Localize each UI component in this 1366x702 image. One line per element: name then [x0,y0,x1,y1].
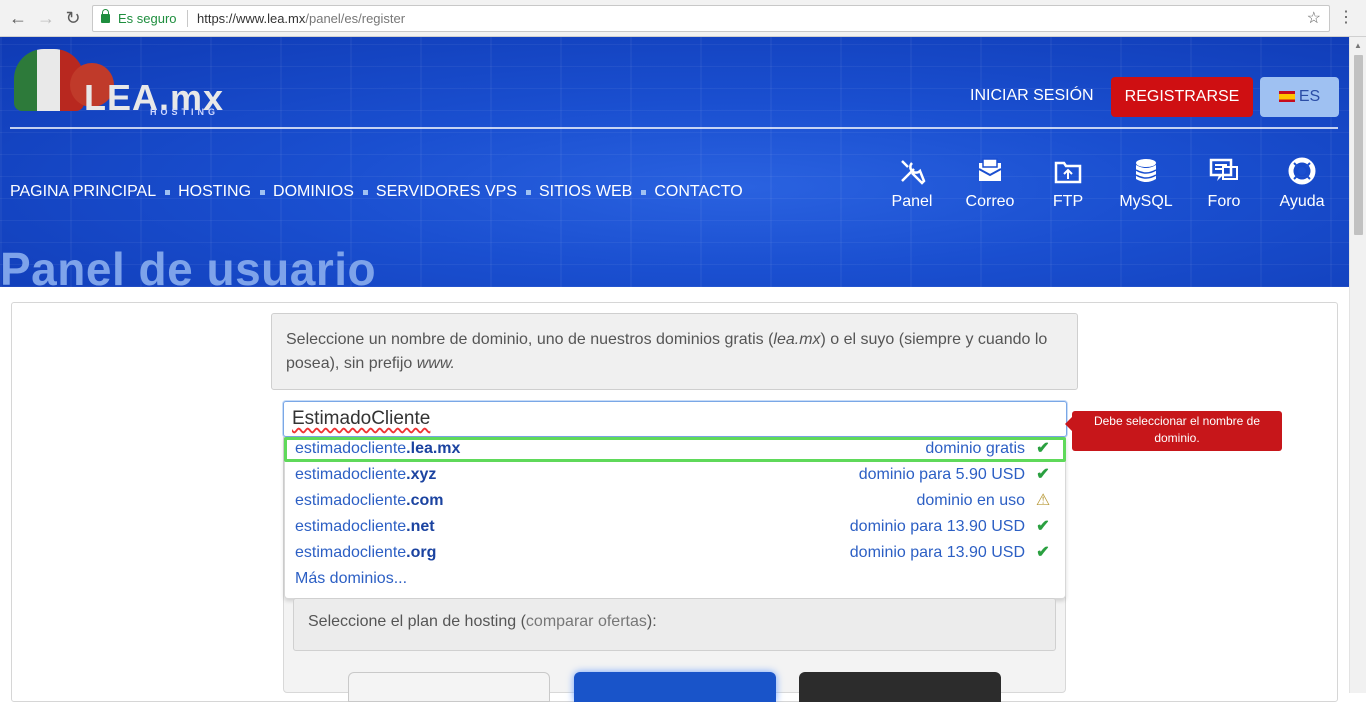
domain-suggestions-dropdown: estimadocliente.lea.mx dominio gratis ✔ … [284,437,1066,599]
tool-mail[interactable]: Correo [951,157,1029,211]
language-label: ES [1298,88,1321,105]
nav-separator [526,189,531,195]
domain-option[interactable]: estimadocliente.xyz dominio para 5.90 US… [295,463,1061,487]
plan-text: Seleccione el plan de hosting ( [308,613,526,630]
page-scrollbar[interactable]: ▲ [1349,37,1366,693]
check-icon: ✔ [1036,466,1050,483]
divider [187,10,188,27]
tool-ftp[interactable]: FTP [1029,157,1107,211]
domain-option-name: estimadocliente [295,518,407,535]
nav-separator [362,189,368,195]
compare-offers-link[interactable]: comparar ofertas [526,613,647,630]
database-icon [1135,159,1157,182]
secure-label: Es seguro [118,11,177,26]
domain-option[interactable]: estimadocliente.org dominio para 13.90 U… [295,541,1061,565]
tool-label: Correo [965,193,1015,210]
tools-icon [901,160,926,185]
header-divider [10,127,1338,129]
tool-label: MySQL [1119,193,1173,210]
site-header: LEA.mx HOSTING INICIAR SESIÓN REGISTRARS… [0,37,1349,287]
hosting-plan-prompt: Seleccione el plan de hosting (comparar … [293,598,1056,651]
domain-option-name: estimadocliente [295,466,407,483]
domain-option-tld: .xyz [406,466,437,483]
main-navigation: PAGINA PRINCIPAL HOSTING DOMINIOS SERVID… [10,183,743,201]
tool-mysql[interactable]: MySQL [1107,157,1185,211]
nav-item-hosting[interactable]: HOSTING [178,183,251,201]
tool-label: Panel [891,193,933,210]
domain-name-input[interactable]: EstimadoCliente [283,401,1067,437]
nav-item-websites[interactable]: SITIOS WEB [539,183,632,201]
lock-icon [101,9,110,23]
address-bar[interactable]: Es seguro https://www.lea.mx/panel/es/re… [92,5,1330,32]
login-link[interactable]: INICIAR SESIÓN [970,87,1094,105]
url-path: /panel/es/register [305,11,406,26]
reload-icon[interactable]: ↻ [63,8,83,28]
page-title: Panel de usuario [0,243,377,287]
warning-icon: ⚠ [1035,492,1051,509]
tool-label: Ayuda [1279,193,1325,210]
plan-card-dark[interactable] [799,672,1001,702]
domain-option[interactable]: estimadocliente.com dominio en uso ⚠ [295,489,1061,513]
domain-option-name: estimadocliente [295,440,407,457]
plan-text-end: ): [646,613,657,630]
folder-icon [1054,161,1082,184]
prefix-text: www. [416,355,455,372]
domain-option-status: dominio para 5.90 USD [858,466,1025,483]
domain-option-name: estimadocliente [295,492,407,509]
domain-option-status: dominio gratis [925,440,1025,457]
scroll-up-arrow-icon[interactable]: ▲ [1354,41,1362,50]
nav-item-contact[interactable]: CONTACTO [654,183,742,201]
nav-item-domains[interactable]: DOMINIOS [273,183,354,201]
logo-subtitle: HOSTING [150,107,220,117]
bookmark-star-icon[interactable]: ☆ [1307,8,1321,28]
domain-option-tld: .com [406,492,444,509]
tool-label: FTP [1052,193,1084,210]
menu-kebab-icon[interactable]: ⋮ [1338,8,1354,28]
domain-option[interactable]: estimadocliente.net dominio para 13.90 U… [295,515,1061,539]
tool-label: Foro [1207,193,1241,210]
nav-item-home[interactable]: PAGINA PRINCIPAL [10,183,156,201]
plan-card-basic[interactable] [348,672,550,702]
forward-arrow-icon[interactable]: → [36,8,56,28]
domain-option[interactable]: estimadocliente.lea.mx dominio gratis ✔ [295,437,1061,461]
language-button[interactable]: ES [1260,77,1339,117]
nav-separator [260,189,266,195]
tool-panel[interactable]: Panel [873,157,951,211]
domain-option-tld: .lea.mx [406,440,461,457]
check-icon: ✔ [1036,518,1050,535]
free-domain-text: lea.mx [773,331,821,348]
url-text[interactable]: https://www.lea.mx/panel/es/register [197,11,405,26]
scrollbar-thumb[interactable] [1354,55,1363,235]
nav-item-vps[interactable]: SERVIDORES VPS [376,183,517,201]
intro-text: Seleccione un nombre de dominio, uno de … [286,331,774,348]
browser-toolbar: ← → ↻ Es seguro https://www.lea.mx/panel… [0,0,1366,37]
nav-separator [165,189,171,195]
spain-flag-icon [1278,91,1295,102]
tool-help[interactable]: Ayuda [1263,157,1341,211]
back-arrow-icon[interactable]: ← [8,8,28,28]
check-icon: ✔ [1036,440,1050,457]
lifebuoy-icon [1288,157,1316,185]
check-icon: ✔ [1036,544,1050,561]
domain-input-value: EstimadoCliente [292,408,431,429]
url-host: https://www.lea.mx [197,11,306,26]
plan-card-selected[interactable] [574,672,776,702]
validation-tooltip: Debe seleccionar el nombre de dominio. [1065,411,1282,451]
tool-forum[interactable]: Foro [1185,157,1263,211]
forum-icon [1209,158,1238,181]
domain-option-status: dominio para 13.90 USD [849,518,1025,535]
mail-icon [978,158,1002,181]
domain-option-tld: .net [406,518,435,535]
domain-option-name: estimadocliente [295,544,407,561]
domain-option-status: dominio para 13.90 USD [849,544,1025,561]
nav-separator [641,189,647,195]
domain-option-status: dominio en uso [916,492,1025,509]
register-button[interactable]: REGISTRARSE [1111,77,1253,117]
domain-option-tld: .org [406,544,437,561]
more-domains-link[interactable]: Más dominios... [295,567,1061,591]
domain-instructions: Seleccione un nombre de dominio, uno de … [271,313,1078,390]
